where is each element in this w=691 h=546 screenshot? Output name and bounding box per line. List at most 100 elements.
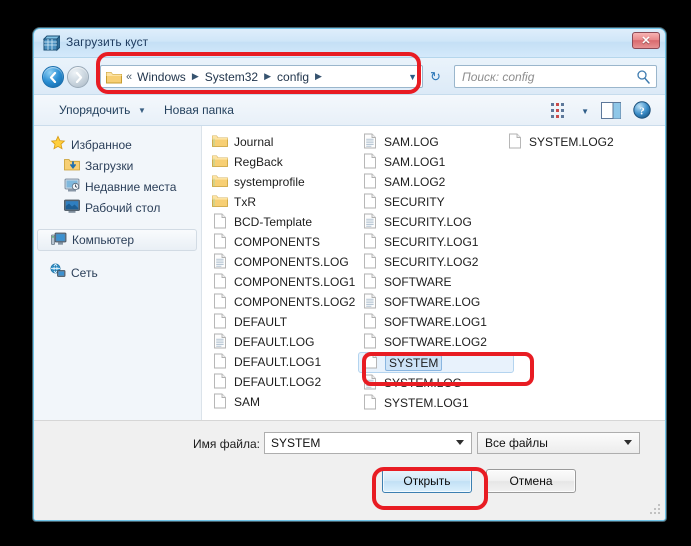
sidebar-item-label: Загрузки bbox=[85, 158, 134, 173]
file-name: RegBack bbox=[234, 155, 283, 169]
file-icon bbox=[212, 393, 234, 412]
file-list-item[interactable]: DEFAULT.LOG bbox=[212, 332, 362, 352]
nav-group-separator bbox=[34, 251, 201, 262]
help-icon[interactable]: ? bbox=[633, 101, 651, 119]
file-icon bbox=[362, 233, 384, 252]
back-button[interactable] bbox=[42, 66, 64, 88]
file-list-item[interactable]: SECURITY.LOG1 bbox=[362, 232, 512, 252]
forward-button[interactable] bbox=[67, 66, 89, 88]
log-icon bbox=[362, 374, 384, 393]
views-icon[interactable] bbox=[551, 102, 569, 119]
preview-pane-icon[interactable] bbox=[601, 102, 621, 119]
file-name: DEFAULT.LOG2 bbox=[234, 375, 322, 389]
file-name: SECURITY.LOG bbox=[384, 215, 472, 229]
file-list-item[interactable]: COMPONENTS bbox=[212, 232, 362, 252]
search-icon[interactable] bbox=[637, 70, 650, 84]
file-list-item[interactable]: RegBack bbox=[212, 152, 362, 172]
file-list-item[interactable]: SOFTWARE.LOG2 bbox=[362, 332, 512, 352]
file-name: SECURITY.LOG1 bbox=[384, 235, 479, 249]
sidebar-item-4[interactable]: Компьютер bbox=[37, 229, 197, 251]
folder-icon bbox=[106, 71, 122, 83]
file-name: systemprofile bbox=[234, 175, 305, 189]
file-name: SYSTEM.LOG2 bbox=[529, 135, 614, 149]
file-list-item[interactable]: SECURITY.LOG2 bbox=[362, 252, 512, 272]
window-title: Загрузить куст bbox=[66, 35, 149, 49]
file-list-item[interactable]: SAM.LOG1 bbox=[362, 152, 512, 172]
file-name: SYSTEM bbox=[385, 354, 443, 371]
log-icon bbox=[362, 213, 384, 232]
breadcrumb-separator-3[interactable]: ▶ bbox=[310, 71, 327, 82]
sidebar-item-3[interactable]: Рабочий стол bbox=[34, 197, 201, 218]
log-icon bbox=[362, 293, 384, 312]
search-input[interactable]: Поиск: config bbox=[454, 65, 657, 88]
sidebar-item-0[interactable]: Избранное bbox=[34, 134, 201, 155]
organize-menu-button[interactable]: Упорядочить bbox=[59, 103, 130, 117]
file-name: BCD-Template bbox=[234, 215, 313, 229]
file-list-item[interactable]: SOFTWARE.LOG bbox=[362, 292, 512, 312]
file-list-item[interactable]: COMPONENTS.LOG2 bbox=[212, 292, 362, 312]
cancel-button-label: Отмена bbox=[509, 474, 553, 488]
sidebar-item-1[interactable]: Загрузки bbox=[34, 155, 201, 176]
file-list-item[interactable]: SECURITY.LOG bbox=[362, 212, 512, 232]
filename-input[interactable]: SYSTEM bbox=[264, 432, 472, 454]
breadcrumb-separator-1[interactable]: ▶ bbox=[187, 71, 204, 82]
file-name: DEFAULT.LOG1 bbox=[234, 355, 322, 369]
filetype-dropdown[interactable]: Все файлы bbox=[477, 432, 640, 454]
file-list-item[interactable]: SAM.LOG bbox=[362, 132, 512, 152]
file-list-item[interactable]: DEFAULT.LOG2 bbox=[212, 372, 362, 392]
file-list-item-selected[interactable]: SYSTEM bbox=[358, 352, 514, 373]
breadcrumb-separator-2[interactable]: ▶ bbox=[259, 71, 276, 82]
file-name: SOFTWARE.LOG2 bbox=[384, 335, 487, 349]
breadcrumb-bar[interactable]: « Windows ▶ System32 ▶ config ▶ ▼ bbox=[100, 65, 423, 88]
file-list-item[interactable]: SAM bbox=[212, 392, 362, 412]
chevron-down-icon[interactable]: ▼ bbox=[138, 106, 146, 115]
refresh-icon[interactable]: ↻ bbox=[430, 69, 447, 85]
file-list-item[interactable]: TxR bbox=[212, 192, 362, 212]
file-name: SOFTWARE.LOG1 bbox=[384, 315, 487, 329]
cancel-button[interactable]: Отмена bbox=[486, 469, 576, 493]
file-list-item[interactable]: BCD-Template bbox=[212, 212, 362, 232]
sidebar-item-5[interactable]: Сеть bbox=[34, 262, 201, 283]
file-list-item[interactable]: DEFAULT bbox=[212, 312, 362, 332]
breadcrumb-system32[interactable]: System32 bbox=[204, 70, 259, 84]
chevron-down-icon[interactable]: ▼ bbox=[581, 107, 589, 116]
log-icon bbox=[212, 333, 234, 352]
file-list-item[interactable]: systemprofile bbox=[212, 172, 362, 192]
file-name: SYSTEM.LOG bbox=[384, 376, 463, 390]
breadcrumb-windows[interactable]: Windows bbox=[136, 70, 187, 84]
resize-grip[interactable] bbox=[649, 503, 662, 516]
folder-icon bbox=[212, 193, 234, 212]
file-list-item[interactable]: DEFAULT.LOG1 bbox=[212, 352, 362, 372]
file-list-item[interactable]: COMPONENTS.LOG1 bbox=[212, 272, 362, 292]
file-list-item[interactable]: SOFTWARE.LOG1 bbox=[362, 312, 512, 332]
file-list-item[interactable]: SECURITY bbox=[362, 192, 512, 212]
close-button[interactable]: ✕ bbox=[632, 32, 660, 49]
arrow-right-icon bbox=[75, 71, 82, 83]
breadcrumb-config[interactable]: config bbox=[276, 70, 310, 84]
chevron-down-icon[interactable] bbox=[624, 440, 632, 445]
open-button[interactable]: Открыть bbox=[382, 469, 472, 493]
file-name: SOFTWARE.LOG bbox=[384, 295, 481, 309]
file-list-item[interactable]: Journal bbox=[212, 132, 362, 152]
breadcrumb-overflow[interactable]: « bbox=[122, 71, 136, 83]
open-button-label: Открыть bbox=[403, 474, 451, 488]
close-icon: ✕ bbox=[641, 35, 651, 47]
file-icon bbox=[507, 133, 529, 152]
file-icon bbox=[212, 293, 234, 312]
file-list-item[interactable]: SYSTEM.LOG1 bbox=[362, 393, 512, 413]
file-list-item[interactable]: SAM.LOG2 bbox=[362, 172, 512, 192]
file-list-item[interactable]: SYSTEM.LOG bbox=[362, 373, 512, 393]
file-name: DEFAULT.LOG bbox=[234, 335, 315, 349]
file-list[interactable]: Journal RegBack systemprofile TxR BCD-Templa… bbox=[202, 126, 665, 420]
chevron-down-icon[interactable]: ▼ bbox=[408, 72, 417, 82]
file-list-item[interactable]: SYSTEM.LOG2 bbox=[507, 132, 657, 152]
chevron-down-icon[interactable] bbox=[456, 440, 464, 445]
dialog-footer: Имя файла: SYSTEM Все файлы Открыть Отме… bbox=[34, 420, 665, 518]
file-name: COMPONENTS.LOG2 bbox=[234, 295, 356, 309]
file-icon bbox=[212, 313, 234, 332]
file-list-item[interactable]: SOFTWARE bbox=[362, 272, 512, 292]
new-folder-button[interactable]: Новая папка bbox=[164, 103, 234, 117]
navigation-pane: Избранное Загрузки Недавние места Рабочий с… bbox=[34, 126, 202, 420]
sidebar-item-2[interactable]: Недавние места bbox=[34, 176, 201, 197]
file-list-item[interactable]: COMPONENTS.LOG bbox=[212, 252, 362, 272]
